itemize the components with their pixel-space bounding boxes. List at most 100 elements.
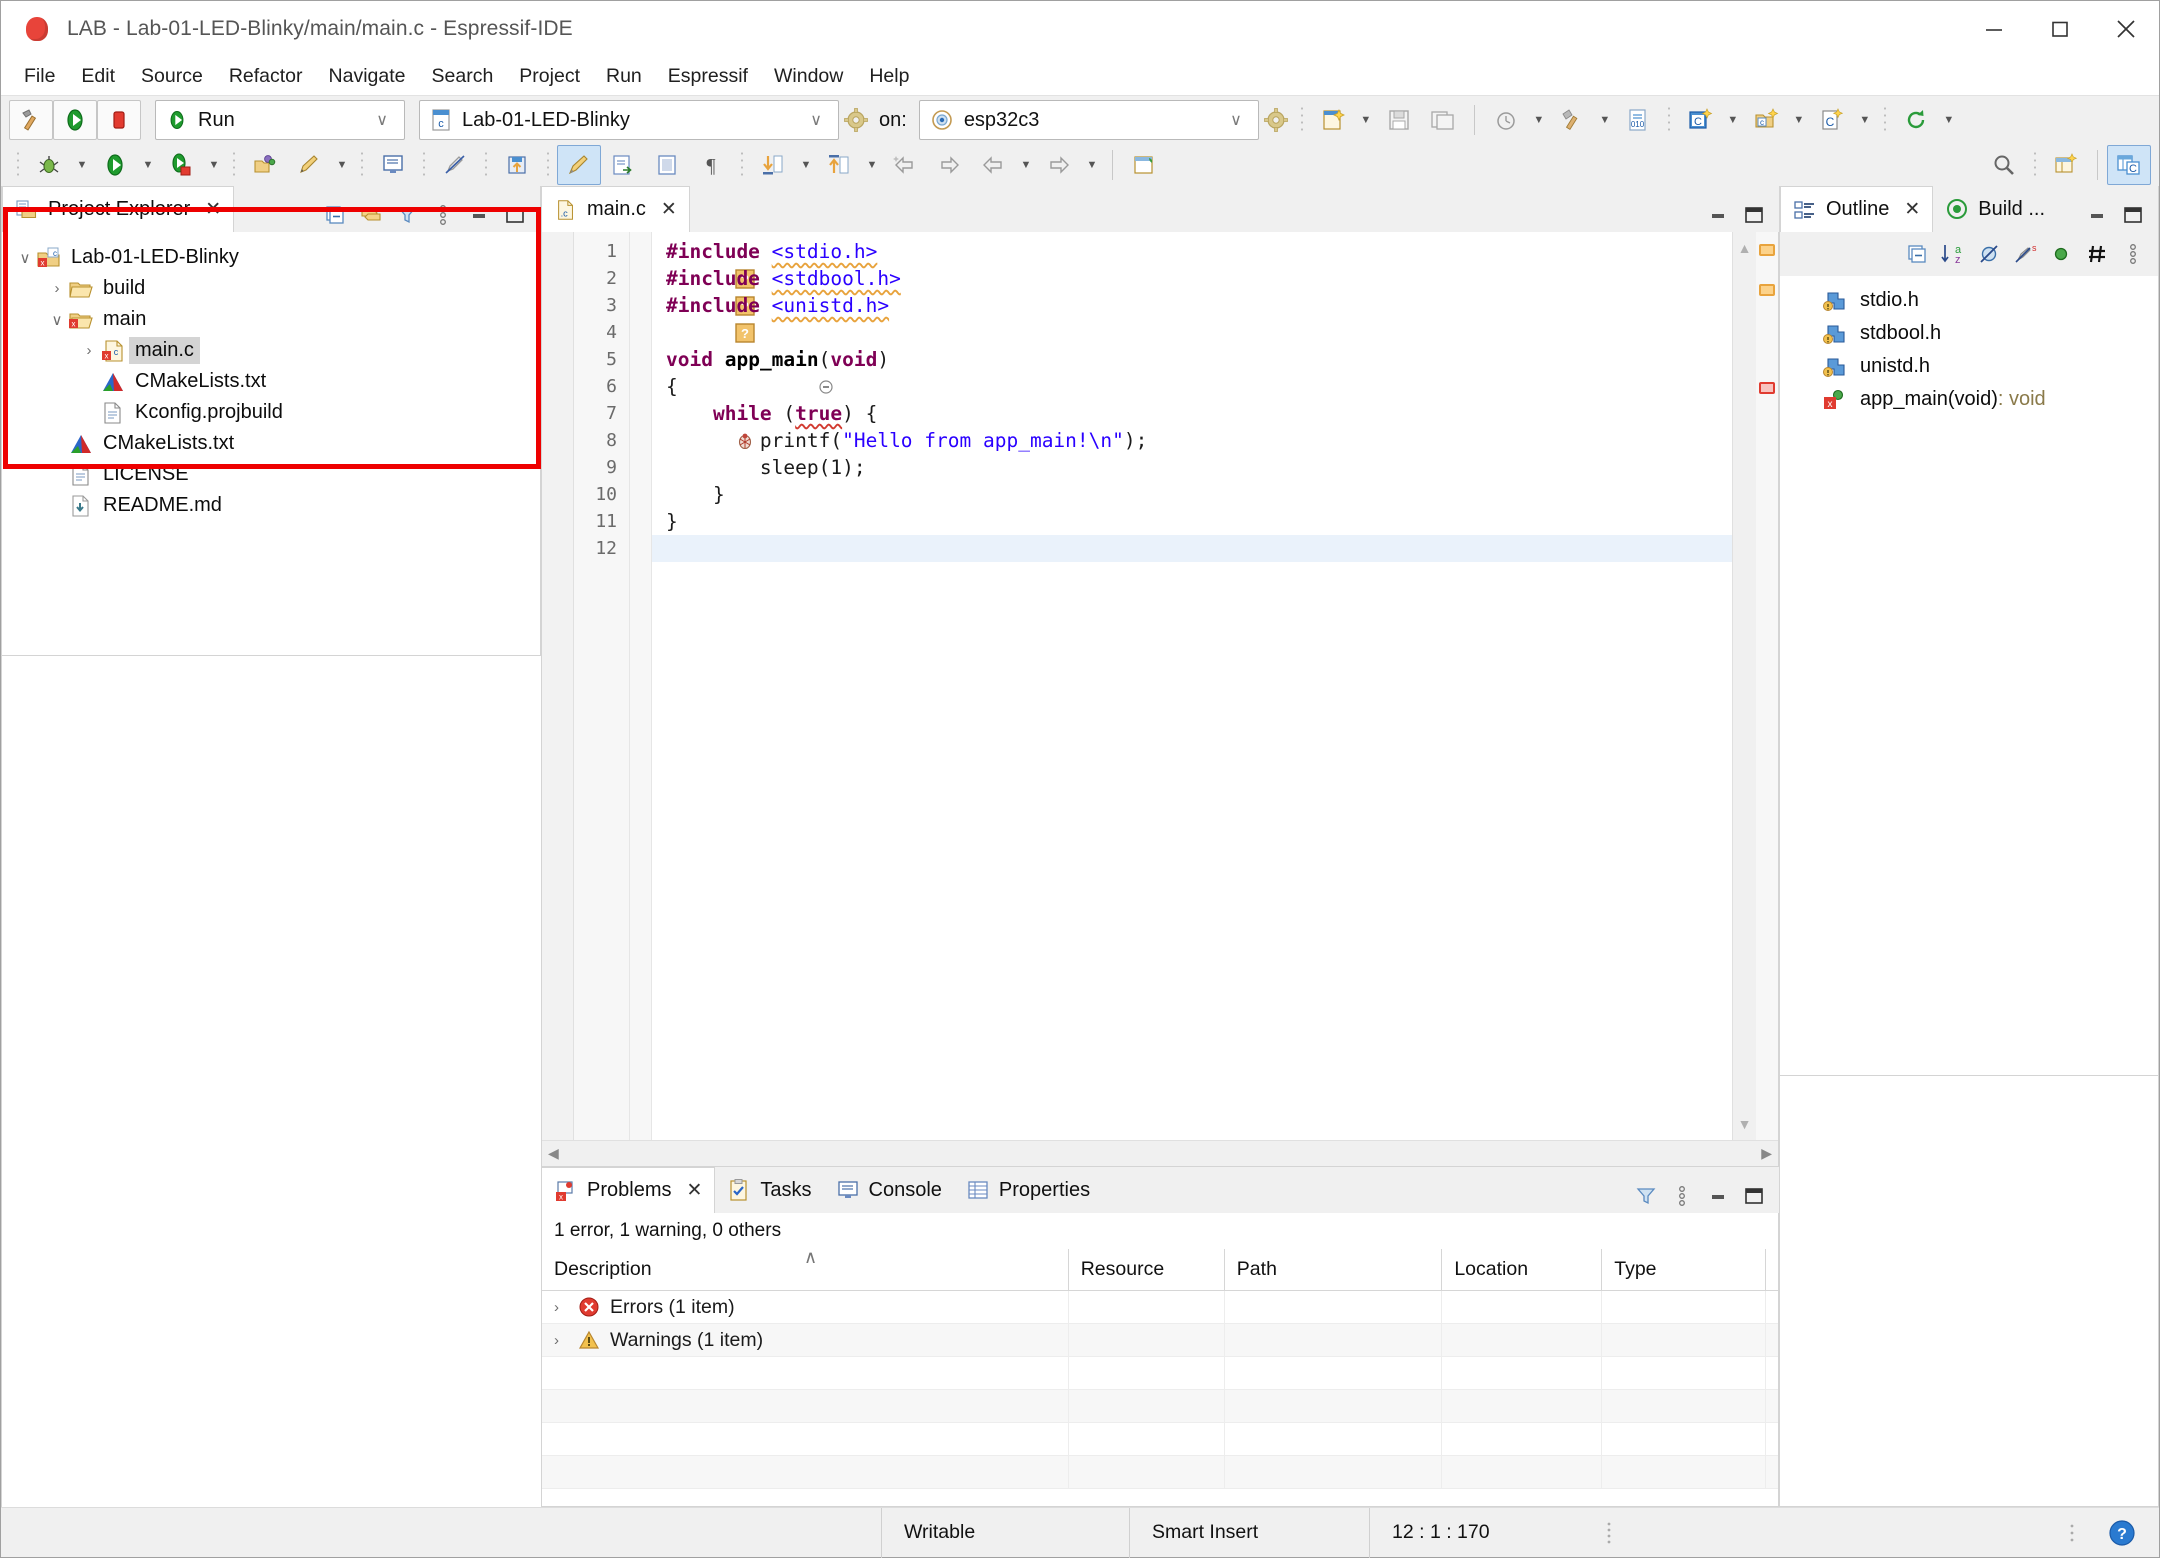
open-console-button[interactable]	[371, 145, 415, 185]
back-button[interactable]	[971, 145, 1015, 185]
open-declaration-button[interactable]	[601, 145, 645, 185]
project-explorer-tree[interactable]: ∨ c x Lab-01-LED-Blinky › build ∨ x main…	[2, 232, 540, 655]
search-button[interactable]	[1982, 145, 2026, 185]
tree-row-license[interactable]: LICENSE	[2, 459, 540, 490]
build-project-button[interactable]	[1550, 100, 1594, 140]
sort-az-icon[interactable]: a z	[1936, 237, 1970, 271]
toolbar2-drag-handle-7[interactable]	[740, 150, 744, 180]
launch-target-caret[interactable]: ∨	[800, 110, 832, 130]
edit-highlight-button[interactable]	[557, 145, 601, 185]
no-edit-button[interactable]	[433, 145, 477, 185]
problems-table[interactable]: Description ∧ Resource Path Location Typ…	[541, 1247, 1779, 1507]
build-button[interactable]	[9, 100, 53, 140]
overview-marker-error[interactable]	[1759, 382, 1775, 394]
maximize-button[interactable]	[2027, 1, 2093, 57]
toggle-block-selection-button[interactable]	[645, 145, 689, 185]
status-drag-handle[interactable]	[1579, 1508, 1639, 1558]
menu-espressif[interactable]: Espressif	[655, 61, 761, 92]
run-external-tools-caret[interactable]: ▼	[203, 159, 225, 171]
menu-project[interactable]: Project	[506, 61, 593, 92]
filter-icon[interactable]	[1629, 1179, 1663, 1213]
open-perspective-button[interactable]	[2044, 145, 2088, 185]
collapse-all-icon[interactable]	[318, 198, 352, 232]
tree-row-build[interactable]: › build	[2, 273, 540, 304]
tree-row-cmakelists-root[interactable]: CMakeLists.txt	[2, 428, 540, 459]
run-external-tools-button[interactable]	[159, 145, 203, 185]
minimize-icon[interactable]	[1701, 198, 1735, 232]
tab-problems[interactable]: x Problems ✕	[541, 1167, 716, 1213]
cell-description[interactable]: › Warnings (1 item)	[542, 1324, 1069, 1356]
tree-row-main-folder[interactable]: ∨ x main	[2, 304, 540, 335]
maximize-icon[interactable]	[2116, 198, 2150, 232]
scroll-left-arrow[interactable]: ◀	[548, 1145, 559, 1162]
row-expand-arrow[interactable]: ›	[554, 1299, 576, 1316]
row-expand-arrow[interactable]: ›	[554, 1332, 576, 1349]
menu-run[interactable]: Run	[593, 61, 655, 92]
table-row[interactable]: › Warnings (1 item)	[542, 1324, 1778, 1357]
forward-caret[interactable]: ▼	[1081, 159, 1103, 171]
new-editor-window-button[interactable]	[1122, 145, 1166, 185]
filter-icon[interactable]	[390, 198, 424, 232]
maximize-icon[interactable]	[1737, 1179, 1771, 1213]
link-with-editor-icon[interactable]	[354, 198, 388, 232]
outline-item-app-main[interactable]: x app_main(void) : void	[1780, 383, 2158, 416]
menu-file[interactable]: File	[11, 61, 68, 92]
help-icon[interactable]: ?	[2085, 1508, 2159, 1558]
outline-tree[interactable]: stdio.h stdbool.h unistd.h x app_main(vo…	[1780, 276, 2158, 1075]
editor-overview-ruler[interactable]	[1756, 232, 1778, 1140]
maximize-icon[interactable]	[498, 198, 532, 232]
tab-tasks[interactable]: Tasks	[715, 1167, 823, 1213]
tab-build-targets[interactable]: Build ...	[1933, 186, 2057, 232]
skin-pencil-button[interactable]	[287, 145, 331, 185]
save-deploy-button[interactable]	[495, 145, 539, 185]
project-explorer-close-icon[interactable]: ✕	[205, 198, 221, 221]
new-c-project-caret[interactable]: ▼	[1722, 114, 1744, 126]
problems-close-icon[interactable]: ✕	[686, 1179, 702, 1202]
stop-button[interactable]	[97, 100, 141, 140]
menu-navigate[interactable]: Navigate	[316, 61, 419, 92]
minimize-icon[interactable]	[1701, 1179, 1735, 1213]
toolbar2-drag-handle-2[interactable]	[232, 150, 236, 180]
new-c-file-button[interactable]: C	[1810, 100, 1854, 140]
build-history-caret[interactable]: ▼	[1528, 114, 1550, 126]
tree-row-main-c[interactable]: › c x main.c	[2, 335, 540, 366]
tree-arrow[interactable]: ›	[46, 280, 68, 297]
run-toolbar-button[interactable]	[93, 145, 137, 185]
toolbar2-drag-handle-3[interactable]	[360, 150, 364, 180]
new-c-folder-button[interactable]: c	[1744, 100, 1788, 140]
new-wizard-dropdown-caret[interactable]: ▼	[1355, 114, 1377, 126]
debug-button[interactable]	[27, 145, 71, 185]
view-menu-icon[interactable]	[2116, 237, 2150, 271]
build-history-button[interactable]	[1484, 100, 1528, 140]
outline-item-stdio[interactable]: stdio.h	[1780, 284, 2158, 317]
column-header-path[interactable]: Path	[1225, 1249, 1443, 1290]
tree-row-project[interactable]: ∨ c x Lab-01-LED-Blinky	[2, 242, 540, 273]
overview-marker-warning[interactable]	[1759, 284, 1775, 296]
tree-arrow[interactable]: ∨	[46, 311, 68, 329]
annotation-bug-icon[interactable]	[542, 400, 751, 450]
toolbar2-drag-handle-6[interactable]	[546, 150, 550, 180]
column-header-type[interactable]: Type	[1602, 1249, 1766, 1290]
table-row[interactable]: › Errors (1 item)	[542, 1291, 1778, 1324]
device-target-settings-gear-icon[interactable]	[1259, 103, 1293, 137]
menu-search[interactable]: Search	[419, 61, 507, 92]
outline-item-stdbool[interactable]: stdbool.h	[1780, 317, 2158, 350]
outline-item-unistd[interactable]: unistd.h	[1780, 350, 2158, 383]
status-resize-grip[interactable]	[2045, 1508, 2085, 1558]
tree-arrow[interactable]: ›	[78, 342, 100, 359]
previous-annotation-button[interactable]	[817, 145, 861, 185]
column-header-resource[interactable]: Resource	[1069, 1249, 1225, 1290]
annotation-question-3[interactable]: ?	[542, 292, 755, 343]
annotation-question-1[interactable]: ?	[542, 238, 755, 289]
tree-arrow[interactable]: ∨	[14, 249, 36, 267]
run-button[interactable]	[53, 100, 97, 140]
launch-target-settings-gear-icon[interactable]	[839, 103, 873, 137]
device-target-caret[interactable]: ∨	[1220, 110, 1252, 130]
new-wizard-button[interactable]	[1311, 100, 1355, 140]
view-menu-icon[interactable]	[426, 198, 460, 232]
open-element-button[interactable]	[243, 145, 287, 185]
device-target-combo[interactable]: esp32c3 ∨	[918, 100, 1259, 140]
save-button[interactable]	[1377, 100, 1421, 140]
overview-marker-warning[interactable]	[1759, 244, 1775, 256]
refresh-button[interactable]	[1894, 100, 1938, 140]
